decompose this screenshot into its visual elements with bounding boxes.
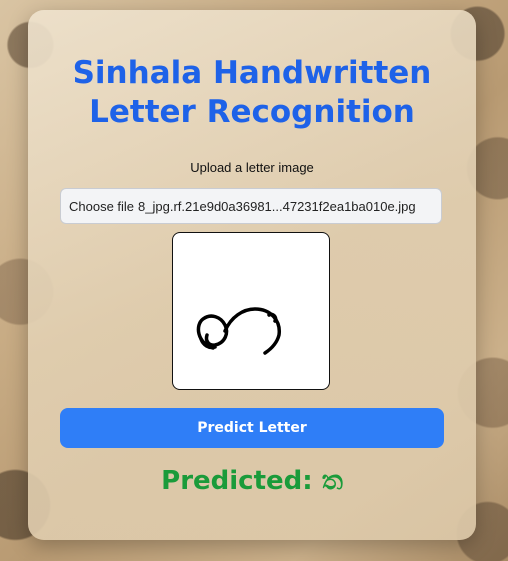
page-title: Sinhala Handwritten Letter Recognition [72,55,432,130]
handwritten-letter-image [196,307,281,355]
predict-letter-button[interactable]: Predict Letter [60,408,444,448]
prediction-result: Predicted: ත [28,466,476,497]
upload-label: Upload a letter image [190,160,314,175]
file-input[interactable]: Choose file 8_jpg.rf.21e9d0a36981...4723… [60,188,442,224]
choose-file-button[interactable]: Choose file [69,199,134,214]
recognition-card: Sinhala Handwritten Letter Recognition U… [28,10,476,540]
image-preview [172,232,330,390]
predicted-letter: ත [321,466,343,496]
selected-file-name: 8_jpg.rf.21e9d0a36981...47231f2ea1ba010e… [138,198,416,214]
prediction-label: Predicted: [161,466,313,496]
